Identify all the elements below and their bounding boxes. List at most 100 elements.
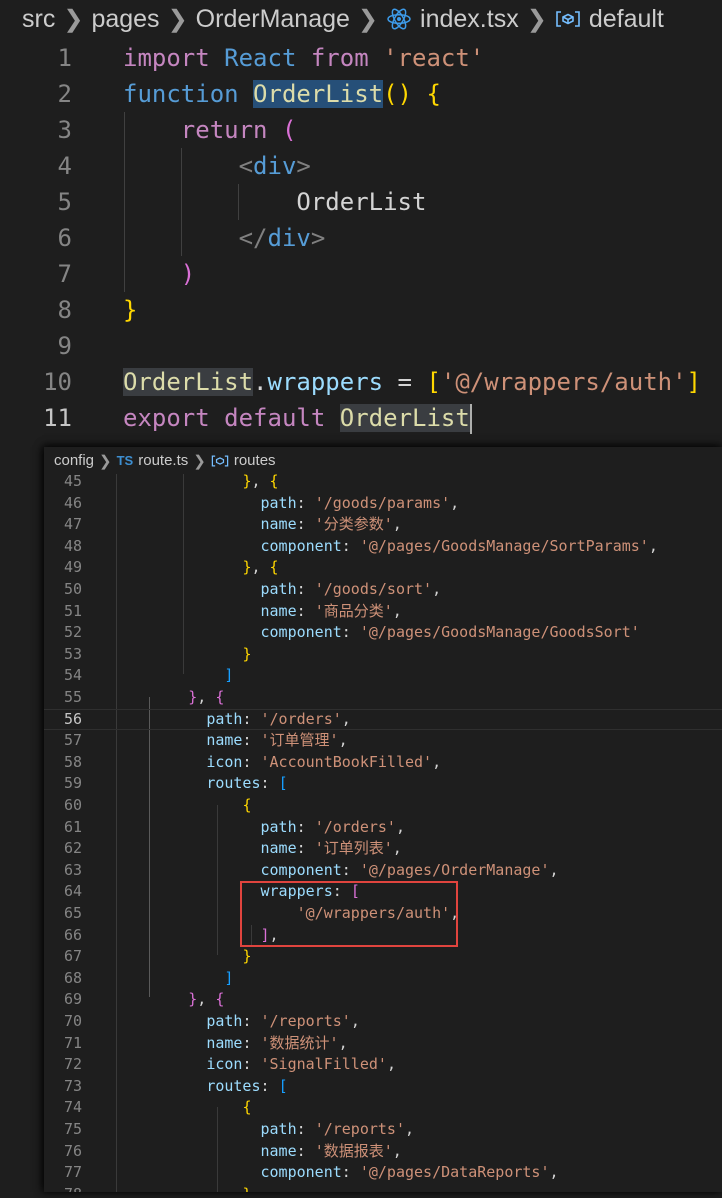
code-text[interactable]: path: '/reports', <box>116 1119 415 1141</box>
code-text[interactable]: component: '@/pages/GoodsManage/SortPara… <box>116 536 658 558</box>
line-number[interactable]: 55 <box>44 687 82 709</box>
code-line[interactable]: 75 path: '/reports', <box>44 1119 722 1141</box>
code-text[interactable]: icon: 'SignalFilled', <box>116 1054 396 1076</box>
line-number[interactable]: 5 <box>0 184 72 220</box>
code-line[interactable]: 61 path: '/orders', <box>44 817 722 839</box>
code-line[interactable]: 51 name: '商品分类', <box>44 601 722 623</box>
breadcrumb-symbol[interactable]: default <box>589 5 664 34</box>
code-line[interactable]: 9 <box>0 328 722 364</box>
code-line[interactable]: 78 } <box>44 1184 722 1192</box>
code-text[interactable]: name: '商品分类', <box>116 601 402 623</box>
line-number[interactable]: 4 <box>0 148 72 184</box>
code-text[interactable]: }, { <box>116 557 278 579</box>
code-text[interactable]: path: '/reports', <box>116 1011 360 1033</box>
code-line[interactable]: 74 { <box>44 1097 722 1119</box>
breadcrumb-routes[interactable]: routes <box>234 452 276 469</box>
code-text[interactable]: path: '/orders', <box>116 709 351 731</box>
line-number[interactable]: 67 <box>44 946 82 968</box>
line-number[interactable]: 73 <box>44 1076 82 1098</box>
code-text[interactable]: } <box>116 946 251 968</box>
line-number[interactable]: 7 <box>0 256 72 292</box>
code-line[interactable]: 10 OrderList.wrappers = ['@/wrappers/auth… <box>0 364 722 400</box>
line-number[interactable]: 76 <box>44 1141 82 1163</box>
code-line[interactable]: 68 ] <box>44 968 722 990</box>
code-text[interactable]: { <box>116 795 251 817</box>
code-line[interactable]: 47 name: '分类参数', <box>44 514 722 536</box>
line-number[interactable]: 9 <box>0 328 72 364</box>
line-number[interactable]: 57 <box>44 730 82 752</box>
code-text[interactable]: path: '/goods/sort', <box>116 579 442 601</box>
code-text[interactable]: OrderList <box>123 184 426 220</box>
code-line[interactable]: 77 component: '@/pages/DataReports', <box>44 1162 722 1184</box>
line-number[interactable]: 45 <box>44 471 82 493</box>
line-number[interactable]: 70 <box>44 1011 82 1033</box>
code-text[interactable]: routes: [ <box>116 773 287 795</box>
code-text[interactable]: routes: [ <box>116 1076 287 1098</box>
code-line[interactable]: 63 component: '@/pages/OrderManage', <box>44 860 722 882</box>
route-file-panel[interactable]: config ❯ TS route.ts ❯ routes 45 }, {46 … <box>44 447 722 1192</box>
code-text[interactable]: name: '分类参数', <box>116 514 402 536</box>
code-text[interactable]: } <box>123 292 137 328</box>
line-number[interactable]: 74 <box>44 1097 82 1119</box>
code-text[interactable]: }, { <box>116 687 224 709</box>
line-number[interactable]: 64 <box>44 881 82 903</box>
line-number[interactable]: 68 <box>44 968 82 990</box>
line-number[interactable]: 72 <box>44 1054 82 1076</box>
code-line[interactable]: 45 }, { <box>44 471 722 493</box>
line-number[interactable]: 66 <box>44 925 82 947</box>
code-text[interactable]: name: '数据统计', <box>116 1033 347 1055</box>
code-line[interactable]: 3 return ( <box>0 112 722 148</box>
line-number[interactable]: 65 <box>44 903 82 925</box>
code-line[interactable]: 76 name: '数据报表', <box>44 1141 722 1163</box>
code-text[interactable]: path: '/goods/params', <box>116 493 460 515</box>
line-number[interactable]: 75 <box>44 1119 82 1141</box>
code-text[interactable]: function OrderList() { <box>123 76 441 112</box>
code-text[interactable]: name: '订单管理', <box>116 730 347 752</box>
code-line[interactable]: 50 path: '/goods/sort', <box>44 579 722 601</box>
line-number[interactable]: 59 <box>44 773 82 795</box>
code-line[interactable]: 8} <box>0 292 722 328</box>
line-number[interactable]: 58 <box>44 752 82 774</box>
code-line[interactable]: 73 routes: [ <box>44 1076 722 1098</box>
line-number[interactable]: 46 <box>44 493 82 515</box>
code-text[interactable]: </div> <box>123 220 326 256</box>
code-line[interactable]: 62 name: '订单列表', <box>44 838 722 860</box>
code-line[interactable]: 46 path: '/goods/params', <box>44 493 722 515</box>
code-text[interactable]: ] <box>116 665 233 687</box>
code-line[interactable]: 11 export default OrderList <box>0 400 722 436</box>
line-number[interactable]: 63 <box>44 860 82 882</box>
line-number[interactable]: 56 <box>44 709 82 731</box>
line-number[interactable]: 3 <box>0 112 72 148</box>
code-text[interactable]: component: '@/pages/GoodsManage/GoodsSor… <box>116 622 640 644</box>
breadcrumb-ordermanage[interactable]: OrderManage <box>196 5 350 34</box>
code-text[interactable]: }, { <box>116 989 224 1011</box>
code-line[interactable]: 52 component: '@/pages/GoodsManage/Goods… <box>44 622 722 644</box>
line-number[interactable]: 8 <box>0 292 72 328</box>
code-line[interactable]: 70 path: '/reports', <box>44 1011 722 1033</box>
code-text[interactable]: import React from 'react' <box>123 40 484 76</box>
code-line[interactable]: 1 import React from 'react' <box>0 40 722 76</box>
line-number[interactable]: 78 <box>44 1184 82 1192</box>
code-text[interactable]: component: '@/pages/OrderManage', <box>116 860 559 882</box>
code-text[interactable]: } <box>116 1184 251 1192</box>
line-number[interactable]: 11 <box>0 400 72 436</box>
code-line[interactable]: 67 } <box>44 946 722 968</box>
line-number[interactable]: 47 <box>44 514 82 536</box>
line-number[interactable]: 1 <box>0 40 72 76</box>
code-line[interactable]: 69 }, { <box>44 989 722 1011</box>
code-line[interactable]: 71 name: '数据统计', <box>44 1033 722 1055</box>
code-line[interactable]: 60 { <box>44 795 722 817</box>
code-text[interactable]: export default OrderList <box>123 400 472 436</box>
code-text[interactable]: ] <box>116 968 233 990</box>
line-number[interactable]: 71 <box>44 1033 82 1055</box>
breadcrumb-route-file[interactable]: route.ts <box>138 452 188 469</box>
line-number[interactable]: 10 <box>0 364 72 400</box>
line-number[interactable]: 51 <box>44 601 82 623</box>
code-line[interactable]: 57 name: '订单管理', <box>44 730 722 752</box>
code-line[interactable]: 7 ) <box>0 256 722 292</box>
code-text[interactable]: }, { <box>116 471 278 493</box>
top-code-editor[interactable]: 1 import React from 'react' 2 function Orde… <box>0 40 722 435</box>
code-text[interactable]: name: '数据报表', <box>116 1141 402 1163</box>
line-number[interactable]: 62 <box>44 838 82 860</box>
code-line[interactable]: 5 OrderList <box>0 184 722 220</box>
